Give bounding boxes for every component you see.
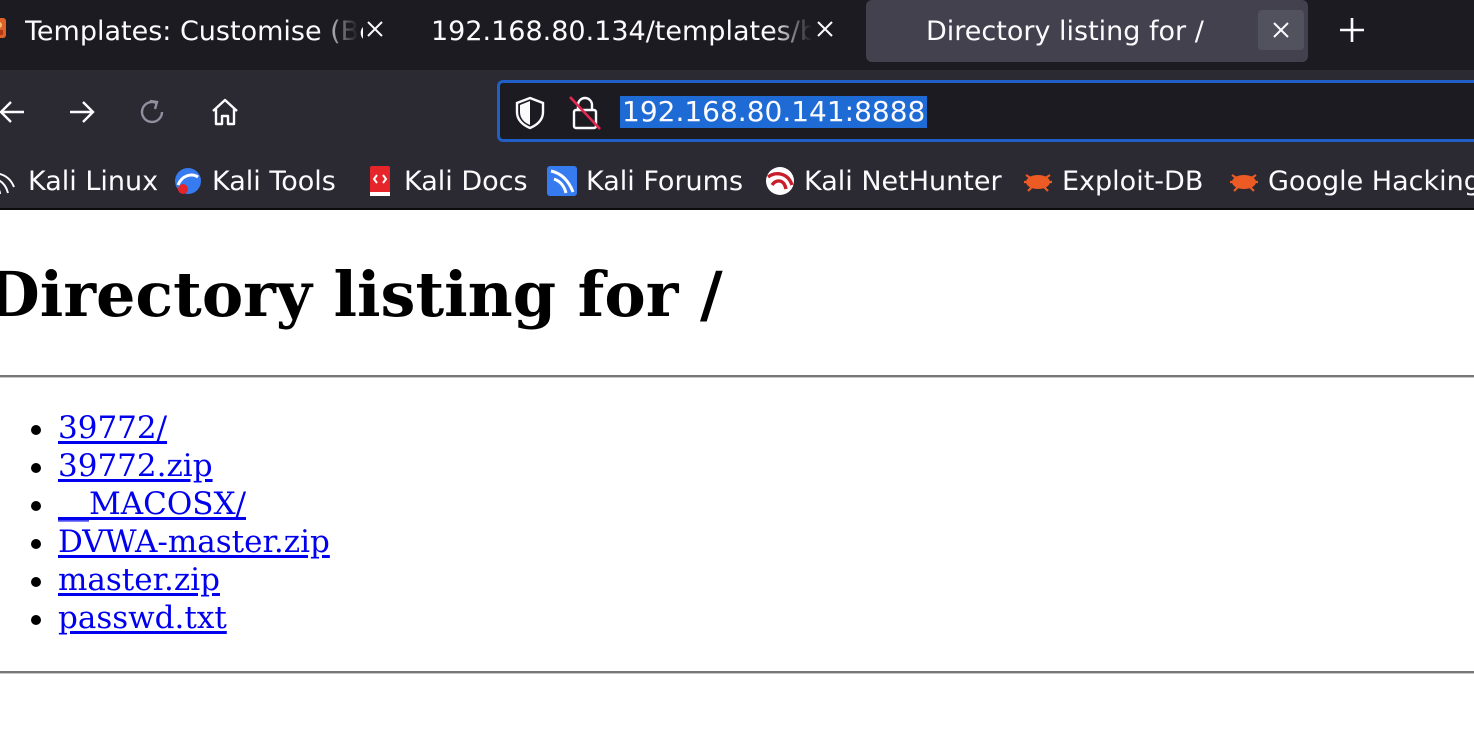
bookmark-label: Kali Forums [586, 165, 744, 197]
navigation-toolbar: 192.168.80.141:8888 [0, 70, 1474, 152]
list-item: DVWA-master.zip [0, 523, 330, 561]
bookmark-kali-docs[interactable]: Kali Docs [364, 162, 528, 200]
list-item: 39772/ [0, 409, 330, 447]
close-tab-icon[interactable] [1258, 10, 1304, 50]
plus-icon [1340, 18, 1364, 42]
file-link[interactable]: 39772.zip [58, 448, 213, 484]
reload-icon [140, 99, 164, 124]
shield-icon[interactable] [514, 96, 546, 130]
home-icon [212, 98, 238, 126]
close-tab-icon[interactable] [808, 12, 842, 46]
bookmarks-toolbar: Kali Linux Kali Tools Kali Docs Kali For… [0, 152, 1474, 210]
bookmark-exploit-db[interactable]: Exploit-DB [1022, 162, 1203, 200]
horizontal-rule [0, 375, 1474, 378]
url-bar[interactable]: 192.168.80.141:8888 [497, 80, 1474, 142]
home-button[interactable] [205, 92, 245, 132]
list-item: __MACOSX/ [0, 485, 330, 523]
bookmark-label: Exploit-DB [1062, 165, 1204, 197]
bookmark-google-hacking[interactable]: Google Hacking [1228, 162, 1474, 200]
horizontal-rule [0, 671, 1474, 674]
bookmark-kali-linux[interactable]: Kali Linux [0, 162, 158, 200]
forward-arrow-icon [70, 101, 95, 123]
kali-docs-icon [364, 165, 396, 197]
back-arrow-icon [0, 101, 24, 123]
exploit-db-icon [1022, 165, 1054, 197]
page-heading: Directory listing for / [0, 258, 723, 331]
kali-tools-icon [172, 165, 204, 197]
back-button[interactable] [0, 92, 32, 132]
list-item: master.zip [0, 561, 330, 599]
file-link[interactable]: master.zip [58, 562, 220, 598]
url-text[interactable]: 192.168.80.141:8888 [620, 96, 928, 128]
bookmark-kali-tools[interactable]: Kali Tools [172, 162, 336, 200]
google-hacking-icon [1228, 165, 1260, 197]
kali-dragon-icon [0, 165, 20, 197]
file-link[interactable]: DVWA-master.zip [58, 524, 330, 560]
file-link[interactable]: 39772/ [58, 410, 167, 446]
close-tab-icon[interactable] [358, 12, 392, 46]
forward-button[interactable] [62, 92, 102, 132]
tab-title: 192.168.80.134/templates/be [431, 15, 811, 47]
bookmark-label: Kali NetHunter [804, 165, 1002, 197]
page-content: Directory listing for / 39772/ 39772.zip… [0, 212, 1474, 730]
file-link[interactable]: __MACOSX/ [58, 486, 246, 522]
tab-strip: Templates: Customise (Be 192.168.80.134/… [0, 0, 1474, 70]
file-link[interactable]: passwd.txt [58, 600, 227, 636]
reload-button[interactable] [132, 92, 172, 132]
tab-title-fade [772, 0, 812, 62]
directory-listing: 39772/ 39772.zip __MACOSX/ DVWA-master.z… [0, 409, 330, 637]
tab-title: Templates: Customise (Be [25, 15, 363, 47]
insecure-lock-icon[interactable] [568, 95, 602, 131]
tab-templates-customise[interactable]: Templates: Customise (Be [0, 0, 400, 62]
tab-title: Directory listing for / [926, 15, 1204, 47]
new-tab-button[interactable] [1332, 10, 1372, 50]
kali-forums-icon [546, 165, 578, 197]
list-item: 39772.zip [0, 447, 330, 485]
bookmark-label: Google Hacking [1268, 165, 1474, 197]
list-item: passwd.txt [0, 599, 330, 637]
beef-favicon-icon [0, 18, 6, 38]
bookmark-label: Kali Docs [404, 165, 528, 197]
bookmark-kali-nethunter[interactable]: Kali NetHunter [764, 162, 1002, 200]
bookmark-label: Kali Tools [212, 165, 336, 197]
tab-templates-url[interactable]: 192.168.80.134/templates/be [408, 0, 858, 62]
tab-directory-listing[interactable]: Directory listing for / [866, 0, 1308, 62]
kali-nethunter-icon [764, 165, 796, 197]
bookmark-kali-forums[interactable]: Kali Forums [546, 162, 743, 200]
bookmark-label: Kali Linux [28, 165, 159, 197]
tab-title-fade [318, 0, 358, 62]
